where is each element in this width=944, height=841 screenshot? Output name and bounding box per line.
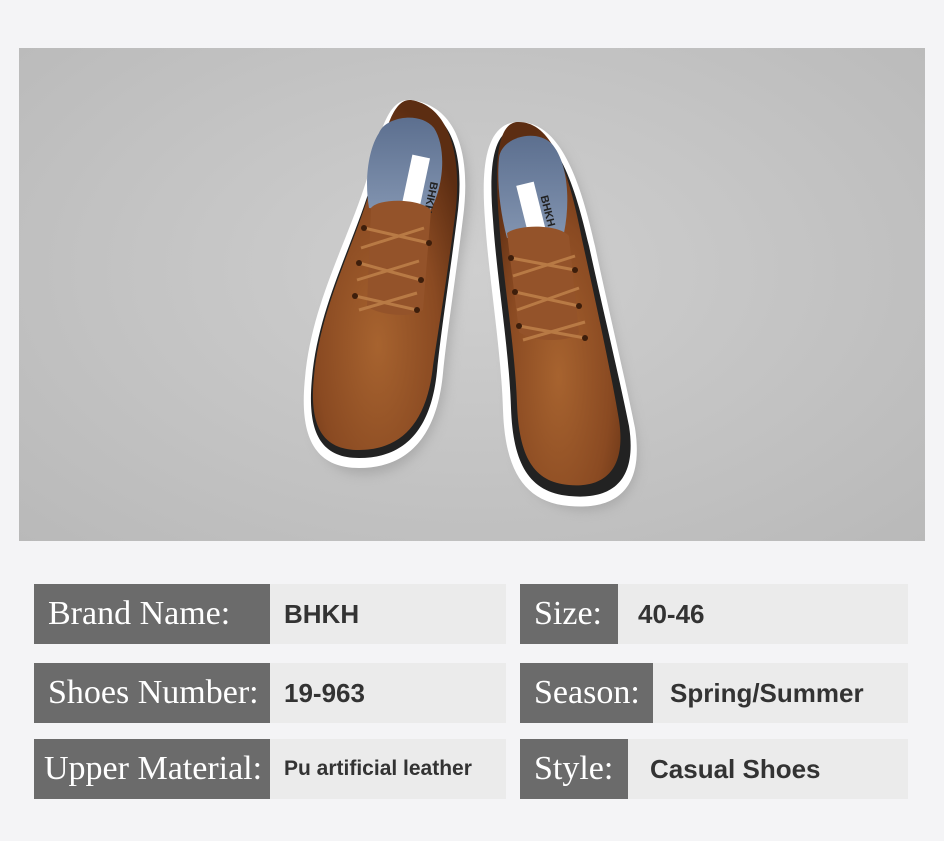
spec-number-label: Shoes Number: [34,663,270,723]
shoes-image: BHKH BHKH [303,99,637,510]
spec-brand-label: Brand Name: [34,584,270,644]
spec-brand: Brand Name: BHKH [34,584,506,644]
spec-season: Season: Spring/Summer [520,663,908,723]
product-photo: BHKH BHKH [19,48,925,541]
spec-material: Upper Material: Pu artificial leather [34,739,506,799]
spec-material-label: Upper Material: [34,739,270,799]
spec-size-label: Size: [520,584,618,644]
spec-season-value: Spring/Summer [653,663,908,723]
spec-style-value: Casual Shoes [628,739,908,799]
spec-style: Style: Casual Shoes [520,739,908,799]
spec-number-value: 19-963 [270,663,506,723]
spec-season-label: Season: [520,663,653,723]
spec-style-label: Style: [520,739,628,799]
spec-material-value: Pu artificial leather [270,739,506,799]
spec-size-value: 40-46 [618,584,908,644]
product-detail-page: BHKH BHKH Brand Name: BHKH Size: 40-46 S… [0,0,944,841]
spec-size: Size: 40-46 [520,584,908,644]
spec-brand-value: BHKH [270,584,506,644]
spec-number: Shoes Number: 19-963 [34,663,506,723]
